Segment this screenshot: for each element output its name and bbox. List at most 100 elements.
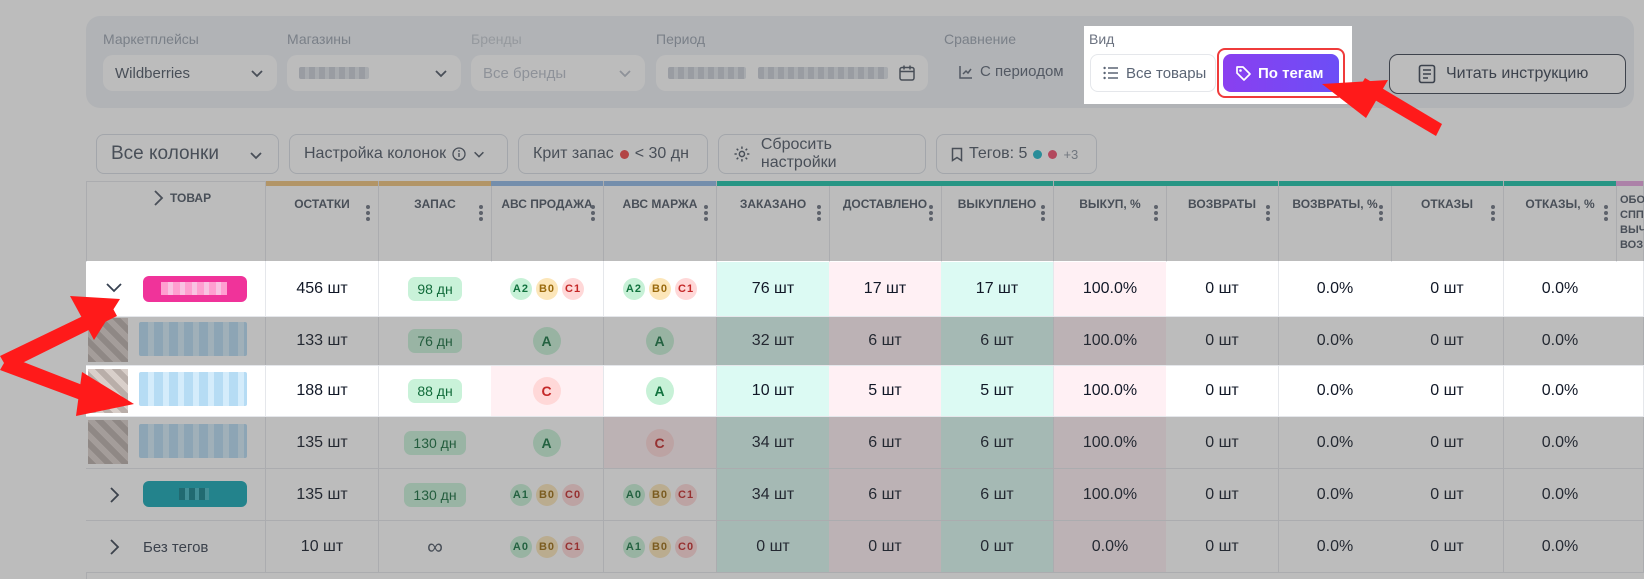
column-header[interactable]: ЗАКАЗАНО [717, 181, 830, 262]
column-header[interactable]: АВС МАРЖА [604, 181, 717, 262]
abc-margin-cell: A0 B0 C1 [604, 469, 717, 521]
read-instructions-button[interactable]: Читать инструкцию [1389, 54, 1626, 94]
all-columns-select[interactable]: Все колонки [96, 134, 279, 174]
critical-stock-filter[interactable]: Крит запас < 30 дн [518, 134, 708, 174]
chevron-down-icon [106, 283, 122, 293]
metric-value: 0.0% [1541, 332, 1579, 349]
column-header[interactable]: ОСТАТКИ [266, 181, 379, 262]
column-header[interactable]: АВС ПРОДАЖА [491, 181, 604, 262]
product-header[interactable]: ТОВАР [152, 189, 211, 207]
column-header-label: ВЫКУПЛЕНО [957, 197, 1037, 211]
metric-cell: 6 шт [829, 417, 942, 469]
metric-cell: 6 шт [941, 469, 1054, 521]
product-name-blurred[interactable] [139, 424, 247, 458]
column-header[interactable]: ВЫКУП, % [1054, 181, 1167, 262]
column-header-truncated[interactable]: ОБО СПП ВЫЧ ВОЗ [1616, 181, 1644, 262]
abc-margin-cell: C [604, 417, 717, 469]
more-vertical-icon[interactable] [1041, 205, 1045, 221]
column-header[interactable]: ЗАПАС [379, 181, 492, 262]
metric-value: 0 шт [1430, 433, 1464, 451]
more-vertical-icon[interactable] [1604, 205, 1608, 221]
reserve-pill: 98 дн [408, 277, 462, 301]
metric-cell: 0 шт [1166, 417, 1279, 469]
chevron-down-icon [251, 70, 263, 78]
metric-cell: 34 шт [717, 417, 830, 469]
more-vertical-icon[interactable] [1379, 205, 1383, 221]
column-header[interactable]: ВОЗВРАТЫ, % [1279, 181, 1392, 262]
metric-cell: 0.0% [1054, 521, 1167, 573]
column-header-line: СПП [1620, 209, 1644, 221]
list-icon [1103, 66, 1118, 80]
metric-value: 34 шт [751, 485, 795, 503]
calendar-icon [899, 65, 915, 81]
abc-badge: A0 [622, 483, 645, 506]
row-expand-chevron[interactable] [108, 538, 120, 561]
reserve-cell: 76 дн [379, 317, 492, 366]
metric-value: 0 шт [1205, 382, 1239, 399]
abc-margin-cell: A1 B0 C0 [604, 521, 717, 573]
column-header[interactable]: ВОЗВРАТЫ [1166, 181, 1279, 262]
reserve-cell: 88 дн [379, 366, 492, 417]
more-vertical-icon[interactable] [366, 205, 370, 221]
metric-value: 76 шт [751, 280, 795, 297]
abc-badge: C0 [675, 535, 698, 558]
reset-settings-label: Сбросить настройки [760, 136, 837, 171]
metric-value: 6 шт [868, 433, 902, 451]
period-input[interactable] [656, 55, 928, 91]
metric-value: 0 шт [756, 537, 790, 555]
abc-badge: A [533, 428, 561, 457]
column-header[interactable]: ВЫКУПЛЕНО [941, 181, 1054, 262]
view-label: Вид [1089, 31, 1115, 47]
more-vertical-icon[interactable] [591, 205, 595, 221]
product-name-blurred[interactable] [139, 322, 247, 356]
more-vertical-icon[interactable] [1266, 205, 1270, 221]
bookmark-icon [951, 147, 963, 162]
tag-pill-pink[interactable] [143, 276, 247, 302]
metric-value: 6 шт [980, 485, 1014, 503]
more-vertical-icon[interactable] [929, 205, 933, 221]
stores-select[interactable] [287, 55, 461, 91]
more-vertical-icon[interactable] [1154, 205, 1158, 221]
stock-cell: 456 шт [266, 262, 379, 317]
brands-select[interactable]: Все бренды [471, 55, 645, 91]
by-tags-button[interactable]: По тегам [1223, 54, 1339, 92]
column-header[interactable]: ОТКАЗЫ [1391, 181, 1504, 262]
product-name-blurred[interactable] [139, 372, 247, 406]
metric-cell: 6 шт [941, 417, 1054, 469]
dim-overlay [0, 365, 86, 417]
metric-value: 5 шт [980, 382, 1014, 399]
critical-stock-value: < 30 дн [634, 145, 689, 162]
more-vertical-icon[interactable] [1491, 205, 1495, 221]
truncated-cell [1616, 366, 1644, 417]
tags-filter[interactable]: Тегов: 5 +3 [936, 134, 1097, 174]
metric-cell: 0 шт [1391, 521, 1504, 573]
product-thumbnail [88, 369, 128, 413]
reset-settings-button[interactable]: Сбросить настройки [718, 134, 926, 174]
marketplaces-select[interactable]: Wildberries [103, 55, 277, 91]
row-expand-chevron[interactable] [108, 486, 120, 509]
abc-badge: A1 [622, 535, 645, 558]
column-settings-button[interactable]: Настройка колонок [289, 134, 508, 174]
all-products-button[interactable]: Все товары [1090, 54, 1216, 92]
stock-cell: 10 шт [266, 521, 379, 573]
column-header[interactable]: ОТКАЗЫ, % [1504, 181, 1617, 262]
metric-value: 0.0% [1091, 537, 1129, 555]
metric-cell: 34 шт [717, 469, 830, 521]
tag-pill-teal[interactable] [143, 481, 247, 507]
more-vertical-icon[interactable] [704, 205, 708, 221]
more-vertical-icon[interactable] [817, 205, 821, 221]
metric-cell: 0 шт [1391, 366, 1504, 417]
metric-cell: 0.0% [1504, 317, 1617, 366]
metric-cell: 100.0% [1054, 317, 1167, 366]
metric-cell: 0 шт [829, 521, 942, 573]
more-vertical-icon[interactable] [479, 205, 483, 221]
metric-cell: 0 шт [1391, 469, 1504, 521]
row-expand-chevron[interactable] [105, 281, 123, 299]
metric-cell: 0.0% [1279, 262, 1392, 317]
metric-cell: 0 шт [1166, 262, 1279, 317]
reserve-cell: ∞ [379, 521, 492, 573]
column-header[interactable]: ДОСТАВЛЕНО [829, 181, 942, 262]
abc-badge: B0 [648, 278, 672, 300]
comparison-toggle[interactable]: С периодом [958, 63, 1064, 80]
chart-icon [959, 65, 972, 79]
